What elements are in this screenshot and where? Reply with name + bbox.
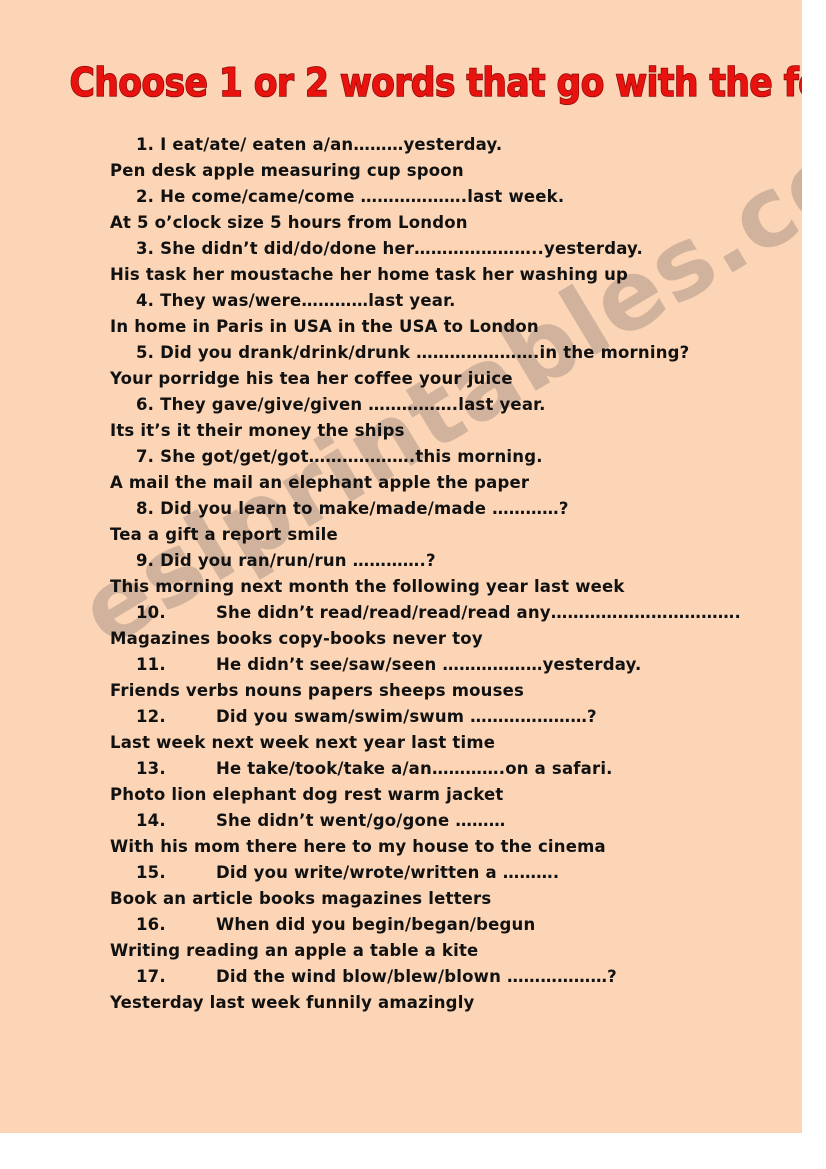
- exercise-number: 3.: [136, 239, 155, 258]
- exercise-prompt: They was/were…………last year.: [160, 291, 456, 310]
- exercise-question: 14. She didn’t went/go/gone ………: [0, 808, 802, 834]
- exercise-question: 5. Did you drank/drink/drunk ………………….in …: [0, 340, 802, 366]
- exercise-options: A mail the mail an elephant apple the pa…: [110, 473, 530, 492]
- exercise-question: 2. He come/came/come ……………….last week.: [0, 184, 802, 210]
- exercise-options: Writing reading an apple a table a kite: [110, 941, 479, 960]
- exercise-question: 8. Did you learn to make/made/made …………?: [0, 496, 802, 522]
- exercise-options: Friends verbs nouns papers sheeps mouses: [110, 681, 525, 700]
- exercise-question: 10. She didn’t read/read/read/read any………: [0, 600, 802, 626]
- exercise-question: 13. He take/took/take a/an………….on a safa…: [0, 756, 802, 782]
- exercise-prompt: Did you ran/run/run ………….?: [160, 551, 436, 570]
- exercise-prompt: Did you write/wrote/written a ……….: [215, 863, 560, 882]
- exercise-number: 15.: [136, 863, 166, 882]
- exercise-options: Pen desk apple measuring cup spoon: [110, 161, 464, 180]
- exercise-number: 11.: [136, 655, 166, 674]
- exercise-question: 4. They was/were…………last year.: [0, 288, 802, 314]
- page-title: Choose 1 or 2 words that go with the fol…: [69, 61, 802, 107]
- exercise-number: 7.: [136, 447, 155, 466]
- exercise-prompt: He didn’t see/saw/seen ………………yesterday.: [215, 655, 642, 674]
- exercise-options: Yesterday last week funnily amazingly: [110, 993, 475, 1012]
- exercise-prompt: She didn’t read/read/read/read any…………………: [215, 603, 741, 622]
- exercise-question: 6. They gave/give/given …………….last year.: [0, 392, 802, 418]
- exercise-options: Your porridge his tea her coffee your ju…: [110, 369, 513, 388]
- exercise-prompt: Did you swam/swim/swum …………………?: [215, 707, 597, 726]
- exercise-options: This morning next month the following ye…: [110, 577, 625, 596]
- exercise-question: 11. He didn’t see/saw/seen ………………yesterd…: [0, 652, 802, 678]
- exercise-number: 5.: [136, 343, 155, 362]
- page-title-container: Choose 1 or 2 words that go with the fol…: [0, 61, 802, 107]
- exercise-number: 9.: [136, 551, 155, 570]
- exercise-options: Tea a gift a report smile: [110, 525, 338, 544]
- exercise-options: Book an article books magazines letters: [110, 889, 492, 908]
- exercise-question: 1. I eat/ate/ eaten a/an………yesterday.: [0, 132, 802, 158]
- exercise-prompt: Did you drank/drink/drunk ………………….in the…: [160, 343, 690, 362]
- exercise-question: 15. Did you write/wrote/written a ……….: [0, 860, 802, 886]
- exercise-options: Its it’s it their money the ships: [110, 421, 405, 440]
- exercise-prompt: I eat/ate/ eaten a/an………yesterday.: [160, 135, 503, 154]
- exercise-options: In home in Paris in USA in the USA to Lo…: [110, 317, 539, 336]
- exercise-number: 10.: [136, 603, 166, 622]
- exercise-number: 1.: [136, 135, 155, 154]
- exercise-question: 3. She didn’t did/do/done her…………………..ye…: [0, 236, 802, 262]
- exercise-prompt: He take/took/take a/an………….on a safari.: [215, 759, 613, 778]
- exercise-options: Photo lion elephant dog rest warm jacket: [110, 785, 504, 804]
- exercise-options: His task her moustache her home task her…: [110, 265, 629, 284]
- exercise-prompt: She didn’t did/do/done her…………………..yeste…: [160, 239, 643, 258]
- exercise-question: 12. Did you swam/swim/swum …………………?: [0, 704, 802, 730]
- exercise-question: 16. When did you begin/began/begun: [0, 912, 802, 938]
- exercise-number: 17.: [136, 967, 166, 986]
- exercise-number: 2.: [136, 187, 155, 206]
- exercise-prompt: They gave/give/given …………….last year.: [160, 395, 546, 414]
- exercise-number: 16.: [136, 915, 166, 934]
- exercise-prompt: Did you learn to make/made/made …………?: [160, 499, 569, 518]
- exercise-options: At 5 o’clock size 5 hours from London: [110, 213, 468, 232]
- exercise-number: 14.: [136, 811, 166, 830]
- exercise-list: 1. I eat/ate/ eaten a/an………yesterday. Pen…: [0, 132, 802, 1016]
- exercise-question: 7. She got/get/got……………….this morning.: [0, 444, 802, 470]
- exercise-prompt: When did you begin/began/begun: [215, 915, 536, 934]
- exercise-options: Last week next week next year last time: [110, 733, 496, 752]
- exercise-number: 13.: [136, 759, 166, 778]
- exercise-question: 17. Did the wind blow/blew/blown ………………?: [0, 964, 802, 990]
- exercise-number: 6.: [136, 395, 155, 414]
- exercise-prompt: Did the wind blow/blew/blown ………………?: [215, 967, 617, 986]
- exercise-number: 4.: [136, 291, 155, 310]
- exercise-question: 9. Did you ran/run/run ………….?: [0, 548, 802, 574]
- exercise-options: With his mom there here to my house to t…: [110, 837, 606, 856]
- exercise-number: 12.: [136, 707, 166, 726]
- worksheet-page: eslprintables.com Choose 1 or 2 words th…: [0, 0, 802, 1133]
- exercise-prompt: She didn’t went/go/gone ………: [215, 811, 506, 830]
- exercise-number: 8.: [136, 499, 155, 518]
- exercise-prompt: He come/came/come ……………….last week.: [160, 187, 565, 206]
- exercise-prompt: She got/get/got……………….this morning.: [160, 447, 543, 466]
- exercise-options: Magazines books copy-books never toy: [110, 629, 483, 648]
